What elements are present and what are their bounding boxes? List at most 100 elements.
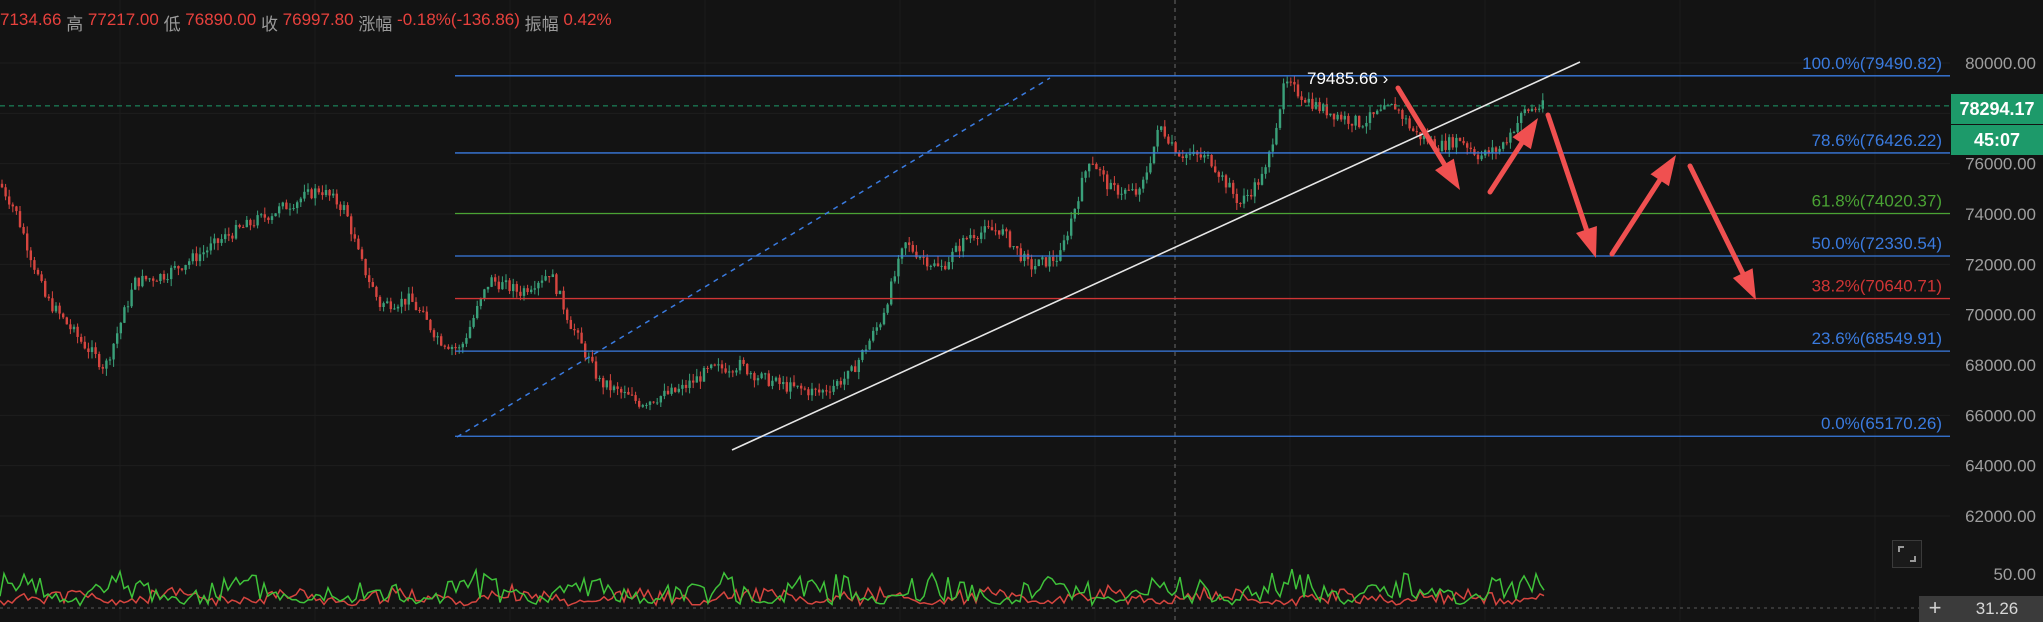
candle-body: [929, 265, 932, 267]
price-axis-tick: 66000.00: [1965, 406, 2036, 425]
candle-body: [983, 226, 986, 233]
candle-body: [1044, 257, 1048, 267]
candle-body: [1070, 218, 1073, 236]
candle-body: [670, 387, 673, 394]
candle-body: [389, 301, 392, 310]
candle-body: [972, 235, 976, 238]
projection-arrow-head: [1576, 226, 1597, 258]
candle-body: [1120, 193, 1123, 195]
candle-body: [378, 296, 382, 308]
candle-body: [1383, 105, 1386, 110]
candle-body: [627, 391, 630, 395]
candle-body: [1188, 154, 1192, 156]
projection-arrow-head: [1732, 268, 1756, 300]
candle-body: [184, 265, 187, 270]
candle-body: [1289, 81, 1292, 83]
candle-body: [1530, 108, 1534, 112]
price-axis-tick: 76000.00: [1965, 155, 2036, 174]
chart-canvas[interactable]: 100.0%(79490.82) 78.6%(76426.22) 61.8%(740…: [0, 0, 2043, 621]
candle-body: [26, 233, 29, 251]
price-axis-tick: 62000.00: [1965, 507, 2036, 526]
candle-body: [375, 286, 378, 297]
candle-body: [206, 250, 209, 253]
dashed-channel-line: [456, 77, 1051, 438]
candle-body: [1116, 185, 1120, 195]
candle-body: [1131, 189, 1134, 191]
candle-body: [558, 290, 562, 295]
candle-body: [234, 224, 238, 239]
candle-body: [425, 311, 428, 320]
candle-body: [854, 366, 857, 373]
candle-body: [1005, 229, 1008, 232]
candle-body: [1451, 137, 1454, 148]
candle-body: [1264, 167, 1267, 174]
candle-body: [1311, 98, 1314, 109]
candle-body: [803, 388, 806, 390]
candle-body: [746, 363, 749, 375]
candle-body: [648, 401, 652, 405]
candle-body: [890, 281, 893, 305]
candle-body: [792, 382, 796, 387]
candle-body: [548, 276, 551, 278]
projection-arrow-head: [1650, 155, 1676, 187]
candle-body: [875, 327, 878, 331]
projection-arrow-shaft: [1609, 177, 1663, 257]
candle-body: [47, 296, 50, 299]
candle-body: [695, 376, 698, 383]
candle-body: [1134, 189, 1138, 195]
candle-body: [353, 234, 356, 239]
candle-body: [1415, 131, 1418, 133]
candle-body: [166, 279, 169, 281]
candle-body: [468, 326, 472, 338]
candle-body: [36, 269, 40, 275]
price-axis-tick: 68000.00: [1965, 356, 2036, 375]
candle-body: [951, 251, 954, 263]
candle-body: [828, 391, 832, 393]
candle-body: [72, 326, 76, 330]
candle-body: [857, 359, 860, 373]
candle-body: [962, 238, 965, 252]
add-indicator-button[interactable]: +: [1919, 596, 1951, 622]
candle-body: [846, 370, 850, 379]
candle-body: [1034, 266, 1037, 270]
candle-body: [908, 242, 911, 245]
candle-body: [508, 280, 511, 292]
fullscreen-icon[interactable]: [1892, 540, 1922, 568]
candle-body: [141, 275, 144, 287]
candle-body: [1358, 115, 1361, 128]
candle-body: [1062, 240, 1066, 251]
candle-body: [674, 387, 677, 392]
candle-body: [8, 196, 11, 205]
candle-body: [1401, 110, 1404, 119]
candle-body: [386, 301, 389, 304]
candlestick-series: [0, 76, 1544, 411]
candle-body: [368, 275, 371, 283]
candle-body: [22, 226, 25, 234]
candle-body: [137, 277, 140, 287]
candle-body: [778, 377, 781, 385]
candle-body: [238, 224, 241, 228]
candle-body: [544, 276, 547, 281]
candle-body: [724, 368, 727, 373]
candle-body: [382, 303, 385, 308]
candle-body: [1509, 132, 1512, 143]
candle-body: [267, 217, 270, 221]
candle-body: [33, 260, 36, 270]
candle-body: [447, 346, 450, 349]
candle-body: [191, 253, 194, 262]
candle-body: [414, 301, 418, 311]
candle-body: [170, 267, 173, 280]
candle-body: [1275, 127, 1278, 145]
candle-body: [850, 366, 853, 371]
candle-body: [76, 326, 79, 337]
candle-body: [756, 378, 760, 381]
candle-body: [303, 191, 306, 199]
candle-body: [296, 202, 299, 209]
candle-body: [576, 330, 580, 333]
candle-body: [1541, 100, 1544, 109]
projection-arrow-shaft: [1487, 140, 1525, 195]
candle-body: [681, 384, 684, 389]
candle-body: [684, 384, 688, 388]
candle-body: [807, 389, 810, 396]
candle-body: [1167, 136, 1170, 144]
